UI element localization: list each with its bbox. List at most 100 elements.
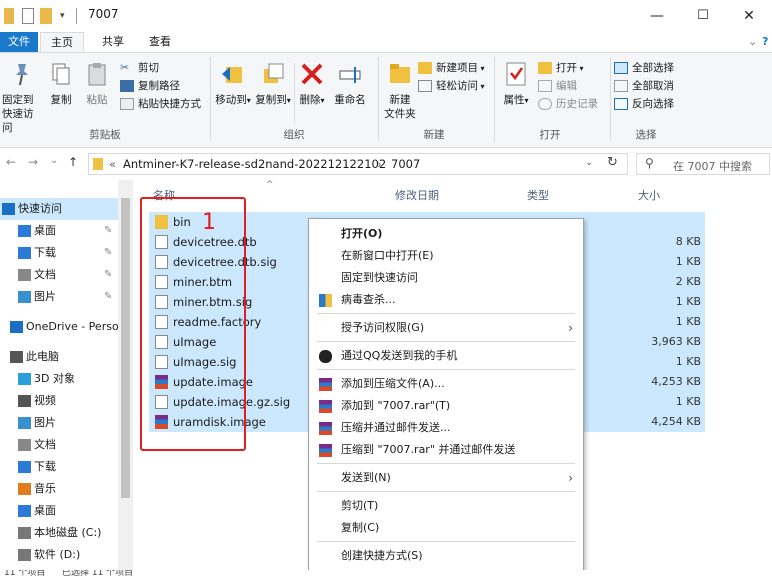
breadcrumb-folder[interactable]: Antminer-K7-release-sd2nand-202212122102: [123, 157, 386, 171]
delete-button[interactable]: 删除▾: [298, 61, 326, 108]
edit-button[interactable]: 编辑: [538, 77, 577, 95]
context-menu-item[interactable]: 复制(C): [309, 517, 583, 539]
nav-item[interactable]: 本地磁盘 (C:): [0, 522, 118, 544]
context-menu-item[interactable]: 发送到(N) ›: [309, 467, 583, 489]
context-menu-item-label: 添加到 "7007.rar"(T): [341, 399, 451, 412]
copy-button[interactable]: 复制: [46, 61, 76, 107]
close-button[interactable]: ✕: [726, 0, 772, 32]
open-group-label: 打开: [539, 129, 561, 141]
context-menu-item[interactable]: 打开(O): [309, 223, 583, 245]
nav-item[interactable]: 桌面 ✎: [0, 220, 118, 242]
select-all-button[interactable]: 全部选择: [614, 59, 674, 77]
folder-icon: [93, 158, 103, 170]
move-to-label: 移动到▾: [215, 94, 251, 106]
context-menu-item[interactable]: 通过QQ发送到我的手机: [309, 345, 583, 367]
nav-item[interactable]: 快速访问: [0, 198, 118, 220]
paste-shortcut-icon: [120, 98, 134, 110]
context-menu-item[interactable]: 添加到 "7007.rar"(T): [309, 395, 583, 417]
back-button[interactable]: ←: [6, 155, 16, 169]
nav-item[interactable]: 下载: [0, 456, 118, 478]
nav-item[interactable]: 音乐: [0, 478, 118, 500]
breadcrumb-separator[interactable]: ›: [377, 157, 382, 171]
context-menu-item[interactable]: 在新窗口中打开(E): [309, 245, 583, 267]
invert-selection-button[interactable]: 反向选择: [614, 95, 674, 113]
new-folder-qat-icon[interactable]: [40, 8, 52, 24]
column-header-type[interactable]: 类型: [527, 187, 549, 203]
tab-share[interactable]: 共享: [92, 32, 134, 52]
search-input[interactable]: ⚲ 在 7007 中搜索: [636, 153, 770, 175]
rename-icon: [339, 67, 361, 83]
new-item-button[interactable]: 新建项目 ▾: [418, 59, 485, 77]
minimize-button[interactable]: —: [634, 0, 680, 32]
move-to-button[interactable]: 移动到▾: [214, 61, 252, 108]
context-menu-item[interactable]: 添加到压缩文件(A)...: [309, 373, 583, 395]
open-button[interactable]: 打开 ▾: [538, 59, 584, 77]
properties-qat-icon[interactable]: [22, 8, 34, 24]
breadcrumb-overflow[interactable]: «: [109, 157, 116, 171]
nav-scrollbar[interactable]: [118, 180, 133, 570]
cut-button[interactable]: ✂ 剪切: [120, 59, 159, 77]
rar-icon: [319, 422, 332, 435]
file-size: 1 KB: [675, 355, 701, 368]
invert-selection-label: 反向选择: [632, 98, 674, 110]
recent-locations-button[interactable]: ⌄: [50, 155, 58, 166]
nav-item[interactable]: 此电脑: [0, 346, 118, 368]
context-menu-item[interactable]: 压缩并通过邮件发送...: [309, 417, 583, 439]
forward-button[interactable]: →: [28, 155, 38, 169]
nav-item[interactable]: 下载 ✎: [0, 242, 118, 264]
file-size: 1 KB: [675, 315, 701, 328]
copy-path-button[interactable]: 复制路径: [120, 77, 180, 95]
context-menu-item[interactable]: 压缩到 "7007.rar" 并通过邮件发送: [309, 439, 583, 461]
nav-item-icon: [18, 549, 31, 561]
search-icon: ⚲: [645, 156, 654, 170]
maximize-button[interactable]: ☐: [680, 0, 726, 32]
rename-button[interactable]: 重命名: [330, 61, 370, 107]
nav-item[interactable]: 图片 ✎: [0, 286, 118, 308]
properties-button[interactable]: 属性▾: [500, 61, 532, 108]
navigation-pane: 快速访问 桌面 ✎ 下载 ✎ 文档 ✎ 图片 ✎ OneDrive - Perso 此电脑 3D 对象…: [0, 180, 133, 570]
column-header-size[interactable]: 大小: [638, 187, 660, 203]
nav-item[interactable]: 文档 ✎: [0, 264, 118, 286]
context-menu-item[interactable]: 病毒查杀...: [309, 289, 583, 311]
nav-item[interactable]: 图片: [0, 412, 118, 434]
status-bar: 11 个项目 已选择 11 个项目: [0, 570, 772, 578]
nav-item[interactable]: 3D 对象: [0, 368, 118, 390]
paste-button[interactable]: 粘贴: [82, 61, 112, 107]
address-field[interactable]: « Antminer-K7-release-sd2nand-2022121221…: [88, 153, 628, 175]
context-menu-item[interactable]: 固定到快速访问: [309, 267, 583, 289]
help-icon[interactable]: ?: [752, 32, 772, 52]
qat-dropdown-icon[interactable]: ▾: [60, 8, 70, 24]
tab-file[interactable]: 文件: [0, 32, 38, 52]
delete-label: 删除▾: [299, 94, 325, 106]
easy-access-button[interactable]: 轻松访问 ▾: [418, 77, 485, 95]
paste-shortcut-button[interactable]: 粘贴快捷方式: [120, 95, 201, 113]
select-all-label: 全部选择: [632, 62, 674, 74]
pin-quick-access-button[interactable]: 固定到 快速访问: [2, 61, 42, 135]
context-menu-item[interactable]: 剪切(T): [309, 495, 583, 517]
tab-home[interactable]: 主页: [40, 32, 84, 52]
nav-item[interactable]: OneDrive - Perso: [0, 316, 118, 338]
menu-separator: [317, 541, 575, 542]
address-dropdown-icon[interactable]: ⌄: [585, 157, 593, 168]
new-folder-button[interactable]: 新建 文件夹: [380, 61, 420, 121]
nav-item[interactable]: 视频: [0, 390, 118, 412]
nav-item[interactable]: 文档: [0, 434, 118, 456]
breadcrumb-current[interactable]: 7007: [391, 157, 420, 171]
nav-item[interactable]: 软件 (D:): [0, 544, 118, 566]
history-button[interactable]: 历史记录: [538, 95, 598, 113]
tab-view[interactable]: 查看: [139, 32, 181, 52]
context-menu-item[interactable]: 创建快捷方式(S): [309, 545, 583, 567]
nav-item[interactable]: 桌面: [0, 500, 118, 522]
up-button[interactable]: ↑: [68, 155, 78, 169]
copy-to-button[interactable]: 复制到▾: [254, 61, 292, 108]
nav-item-label: 桌面: [34, 504, 56, 517]
column-header-date[interactable]: 修改日期: [395, 187, 439, 203]
move-to-icon: [222, 67, 242, 83]
refresh-button[interactable]: ↻: [607, 155, 618, 170]
select-none-icon: [614, 80, 628, 92]
nav-item-label: 桌面: [34, 224, 56, 237]
select-none-button[interactable]: 全部取消: [614, 77, 674, 95]
file-size: 1 KB: [675, 295, 701, 308]
context-menu-item[interactable]: 授予访问权限(G) ›: [309, 317, 583, 339]
nav-scrollbar-thumb[interactable]: [121, 198, 130, 498]
